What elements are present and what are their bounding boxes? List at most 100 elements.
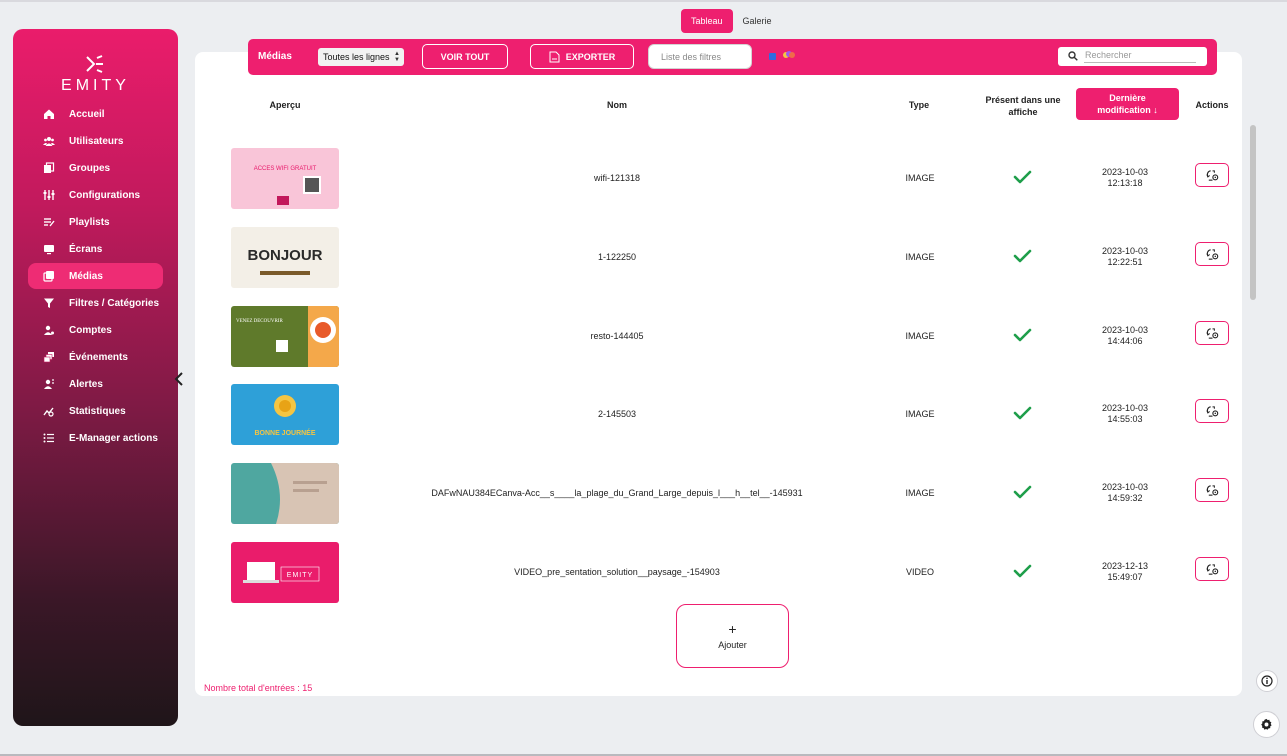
sidebar-item-label: Écrans xyxy=(69,243,103,255)
sidebar-item-label: Comptes xyxy=(69,324,112,336)
modified-time: 15:49:07 xyxy=(1107,572,1143,582)
sidebar: EMITY Accueil Utilisateurs Groupes Configur… xyxy=(13,29,178,726)
sidebar-item-comptes[interactable]: Comptes xyxy=(28,317,163,343)
replace-media-button[interactable] xyxy=(1195,242,1229,266)
table-scrollbar[interactable] xyxy=(1246,121,1259,604)
view-tabs: Tableau Galerie xyxy=(681,9,782,33)
last-modified: 2023-12-13 15:49:07 xyxy=(1075,561,1175,583)
total-entries: Nombre total d'entrées : 15 xyxy=(204,683,313,693)
replace-media-button[interactable] xyxy=(1195,478,1229,502)
sliders-icon xyxy=(42,189,55,202)
voir-tout-button[interactable]: VOIR TOUT xyxy=(422,44,508,69)
media-thumbnail[interactable]: BONNE JOURNÉE xyxy=(231,384,339,445)
sidebar-item-label: Utilisateurs xyxy=(69,135,124,147)
sidebar-item-ecrans[interactable]: Écrans xyxy=(28,236,163,262)
header-last-modified[interactable]: Dernière modification ↓ xyxy=(1076,88,1179,120)
sidebar-item-label: Événements xyxy=(69,351,128,363)
media-name: 1-122250 xyxy=(597,252,637,262)
sidebar-item-evenements[interactable]: Événements xyxy=(28,344,163,370)
modified-date: 2023-10-03 xyxy=(1101,167,1149,177)
replace-gear-icon xyxy=(1205,248,1218,260)
brand-logo[interactable]: EMITY xyxy=(13,55,178,95)
modified-date: 2023-10-03 xyxy=(1101,325,1149,335)
emity-logo-icon xyxy=(85,55,103,73)
replace-media-button[interactable] xyxy=(1195,163,1229,187)
header-type[interactable]: Type xyxy=(893,100,945,110)
info-button[interactable] xyxy=(1256,670,1278,692)
table-row[interactable]: ACCES WIFI GRATUIT wifi-121318 IMAGE 202… xyxy=(195,148,1245,227)
modified-time: 14:59:32 xyxy=(1107,493,1143,503)
search-input[interactable]: Rechercher xyxy=(1058,47,1207,66)
filter-list-input[interactable]: Liste des filtres xyxy=(648,44,752,69)
sidebar-item-medias[interactable]: Médias xyxy=(28,263,163,289)
replace-gear-icon xyxy=(1205,327,1218,339)
media-thumbnail[interactable] xyxy=(231,463,339,524)
lines-select[interactable]: Toutes les lignes ▲ ▼ xyxy=(318,48,404,66)
media-thumbnail[interactable]: EMITY xyxy=(231,542,339,603)
sidebar-item-label: Accueil xyxy=(69,108,105,120)
sidebar-item-groupes[interactable]: Groupes xyxy=(28,155,163,181)
media-thumbnail[interactable]: BONJOUR xyxy=(231,227,339,288)
replace-gear-icon xyxy=(1205,484,1218,496)
sidebar-item-accueil[interactable]: Accueil xyxy=(28,101,163,127)
sidebar-item-playlists[interactable]: Playlists xyxy=(28,209,163,235)
media-icon xyxy=(42,270,55,283)
media-thumbnail[interactable]: ACCES WIFI GRATUIT xyxy=(231,148,339,209)
replace-media-button[interactable] xyxy=(1195,321,1229,345)
modified-date: 2023-10-03 xyxy=(1101,246,1149,256)
sidebar-item-label: E-Manager actions xyxy=(69,432,158,444)
header-present[interactable]: Présent dans une affiche xyxy=(978,94,1068,118)
window-top-border xyxy=(0,0,1287,2)
sidebar-item-alertes[interactable]: Alertes xyxy=(28,371,163,397)
sidebar-item-statistiques[interactable]: Statistiques xyxy=(28,398,163,424)
search-underline xyxy=(1084,62,1196,63)
color-filter-icon[interactable] xyxy=(782,50,796,60)
media-type: IMAGE xyxy=(905,252,935,262)
modified-date: 2023-12-13 xyxy=(1101,561,1149,571)
replace-gear-icon xyxy=(1205,405,1218,417)
tab-galerie[interactable]: Galerie xyxy=(733,9,782,33)
table-row[interactable]: VENEZ DECOUVRIR resto-144405 IMAGE 2023-… xyxy=(195,306,1245,385)
table-row[interactable]: BONJOUR 1-122250 IMAGE 2023-10-03 12:22:… xyxy=(195,227,1245,306)
svg-text:BONJOUR: BONJOUR xyxy=(247,247,322,264)
sidebar-item-configurations[interactable]: Configurations xyxy=(28,182,163,208)
media-thumbnail[interactable]: VENEZ DECOUVRIR xyxy=(231,306,339,367)
sidebar-item-e-manager-actions[interactable]: E-Manager actions xyxy=(28,425,163,451)
select-arrows-icon: ▲ ▼ xyxy=(394,51,400,63)
replace-gear-icon xyxy=(1205,169,1218,181)
stats-icon xyxy=(42,405,55,418)
modified-time: 14:55:03 xyxy=(1107,414,1143,424)
export-button[interactable]: EXPORTER xyxy=(530,44,634,69)
sidebar-item-label: Filtres / Catégories xyxy=(69,297,160,309)
modified-time: 12:22:51 xyxy=(1107,257,1143,267)
sidebar-item-utilisateurs[interactable]: Utilisateurs xyxy=(28,128,163,154)
collapse-sidebar-icon[interactable] xyxy=(173,372,185,386)
tab-tableau[interactable]: Tableau xyxy=(681,9,733,33)
add-media-button[interactable]: + Ajouter xyxy=(676,604,789,668)
table-row[interactable]: BONNE JOURNÉE 2-145503 IMAGE 2023-10-03 … xyxy=(195,384,1245,463)
filter-icon xyxy=(42,297,55,310)
search-icon xyxy=(1068,51,1078,61)
lines-select-value: Toutes les lignes xyxy=(323,52,390,62)
toolbar-title: Médias xyxy=(258,51,292,62)
sidebar-item-label: Playlists xyxy=(69,216,110,228)
last-modified: 2023-10-03 12:13:18 xyxy=(1075,167,1175,189)
modified-date: 2023-10-03 xyxy=(1101,403,1149,413)
header-modified-line1: Dernière xyxy=(1109,93,1146,103)
media-type: IMAGE xyxy=(905,409,935,419)
alerts-icon xyxy=(42,378,55,391)
playlist-icon xyxy=(42,216,55,229)
accounts-icon xyxy=(42,324,55,337)
replace-media-button[interactable] xyxy=(1195,557,1229,581)
scrollbar-thumb[interactable] xyxy=(1250,125,1256,300)
sidebar-item-label: Configurations xyxy=(69,189,141,201)
last-modified: 2023-10-03 12:22:51 xyxy=(1075,246,1175,268)
export-label: EXPORTER xyxy=(565,51,616,62)
header-name[interactable]: Nom xyxy=(587,100,647,110)
filter-checkbox[interactable] xyxy=(769,53,776,60)
replace-media-button[interactable] xyxy=(1195,399,1229,423)
media-name: VIDEO_pre_sentation_solution__paysage_-1… xyxy=(514,567,720,577)
settings-button[interactable] xyxy=(1253,711,1280,738)
table-row[interactable]: DAFwNAU384ECanva-Acc__s____la_plage_du_G… xyxy=(195,463,1245,542)
sidebar-item-filtres-categories[interactable]: Filtres / Catégories xyxy=(28,290,163,316)
